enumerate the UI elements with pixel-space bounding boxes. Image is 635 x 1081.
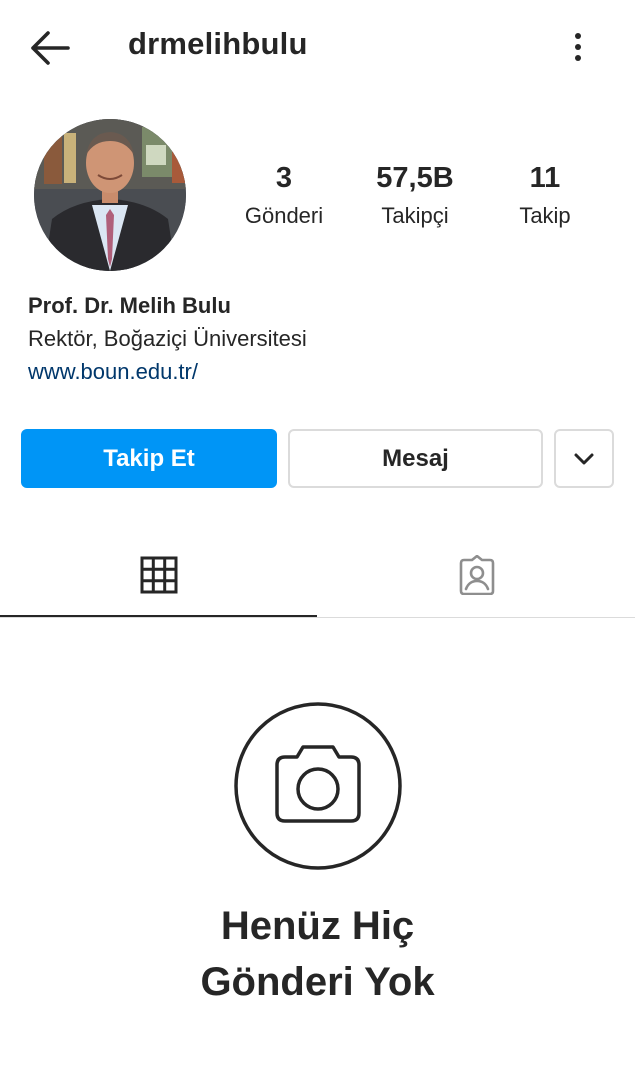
- profile-photo: [34, 119, 186, 271]
- arrow-left-icon[interactable]: [28, 28, 72, 68]
- profile-tabs: [0, 535, 635, 618]
- top-bar: drmelihbulu: [0, 0, 635, 95]
- camera-icon: [234, 702, 402, 870]
- posts-stat: 3 Gönderi: [234, 160, 334, 232]
- following-stat[interactable]: 11 Takip: [500, 160, 590, 232]
- chevron-down-icon: [574, 453, 594, 464]
- follow-button[interactable]: Takip Et: [21, 429, 277, 488]
- followers-label: Takipçi: [381, 203, 449, 228]
- avatar[interactable]: [34, 119, 186, 271]
- posts-label: Gönderi: [244, 203, 324, 228]
- following-count: 11: [529, 162, 561, 194]
- bio-name: Prof. Dr. Melih Bulu: [28, 293, 231, 318]
- suggested-accounts-button[interactable]: [554, 429, 614, 488]
- followers-count: 57,5B: [376, 162, 454, 194]
- tab-posts-grid[interactable]: [0, 535, 317, 617]
- followers-stat[interactable]: 57,5B Takipçi: [360, 160, 470, 232]
- bio-description: Rektör, Boğaziçi Üniversitesi: [28, 326, 307, 351]
- tab-tagged[interactable]: [318, 535, 635, 615]
- grid-icon: [140, 556, 177, 594]
- bio-link[interactable]: www.boun.edu.tr/: [28, 355, 307, 388]
- profile-username: drmelihbulu: [128, 26, 308, 61]
- message-button[interactable]: Mesaj: [288, 429, 543, 488]
- following-label: Takip: [519, 203, 571, 228]
- empty-state-title: Henüz Hiç Gönderi Yok: [200, 904, 435, 1004]
- tagged-person-icon: [459, 555, 494, 595]
- profile-bio: Prof. Dr. Melih Bulu Rektör, Boğaziçi Ün…: [28, 290, 307, 388]
- posts-count: 3: [275, 162, 293, 194]
- vertical-dots-icon[interactable]: [566, 30, 590, 66]
